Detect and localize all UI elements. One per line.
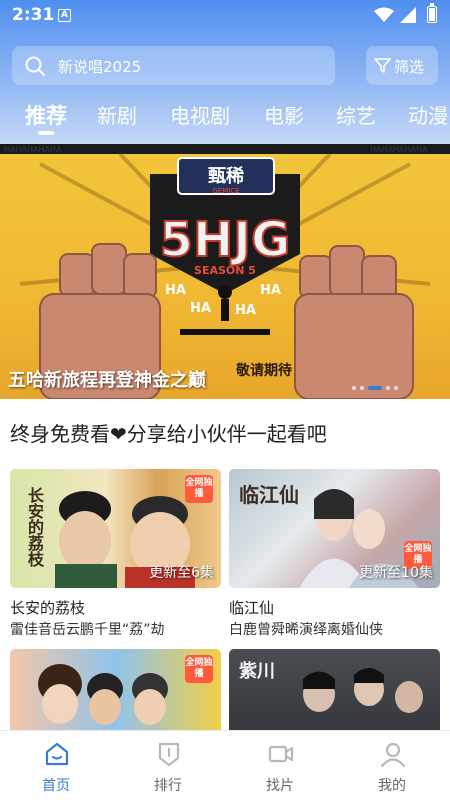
episode-status: 更新至10集: [359, 565, 433, 581]
thumbnail-title: 临江仙: [239, 483, 299, 507]
banner-subcaption: 敬请期待: [236, 363, 292, 379]
app-screen: 2:31 A 新说唱2025 筛选 推荐 新剧 电视剧 电影 综艺 动漫 HAH…: [0, 0, 450, 800]
search-icon: [25, 56, 45, 76]
show-thumbnail: 临江仙 全网独播 更新至10集: [229, 469, 440, 588]
exclusive-badge: 全网独播: [185, 475, 213, 503]
carousel-dot: [352, 386, 356, 390]
search-placeholder: 新说唱2025: [58, 58, 142, 76]
svg-text:HA: HA: [235, 303, 256, 318]
filter-label: 筛选: [394, 58, 425, 76]
nav-label: 排行: [154, 778, 182, 794]
nav-find-videos[interactable]: 找片: [224, 731, 336, 800]
nav-label: 首页: [42, 778, 70, 794]
exclusive-badge: 全网独播: [185, 655, 213, 683]
banner-caption: 五哈新旅程再登神金之巅: [8, 370, 206, 391]
filter-button[interactable]: 筛选: [366, 46, 438, 85]
carousel-dot: [386, 386, 390, 390]
tab-variety[interactable]: 综艺: [336, 100, 376, 129]
show-description: 雷佳音岳云鹏千里“荔”劫: [10, 622, 165, 638]
banner-watermark-right: HAHAHAHAHA: [370, 145, 428, 154]
show-thumbnail: 长安的荔枝 全网独播 更新至6集: [10, 469, 221, 588]
wifi-icon: [374, 7, 394, 22]
status-time: 2:31: [12, 5, 55, 25]
nav-home[interactable]: 首页: [0, 731, 112, 800]
banner-show-logo: 5HJG: [160, 212, 291, 268]
tab-new-drama[interactable]: 新剧: [97, 100, 137, 129]
banner-brand: 甄稀: [208, 165, 244, 187]
show-title: 临江仙: [229, 599, 275, 617]
episode-status: 更新至6集: [149, 565, 214, 581]
ranking-icon: [158, 742, 180, 767]
svg-text:HA: HA: [165, 283, 186, 298]
tab-anime[interactable]: 动漫: [408, 100, 448, 129]
carousel-dot: [394, 386, 398, 390]
thumbnail-title: 紫川: [239, 661, 275, 682]
category-tabs: 推荐 新剧 电视剧 电影 综艺 动漫: [0, 96, 450, 140]
carousel-dot-active: [368, 386, 382, 390]
status-bar: 2:31 A: [0, 0, 450, 30]
tab-movies[interactable]: 电影: [264, 100, 304, 129]
bottom-navigation: 首页 排行 找片 我的: [0, 730, 450, 800]
carousel-dot: [360, 386, 364, 390]
home-icon: [45, 742, 69, 766]
nav-label: 找片: [266, 778, 294, 794]
notification-icon: A: [58, 9, 71, 22]
hero-banner[interactable]: HAHAHAHAHA HAHAHAHAHA 甄稀 GEMICE 5HJG SEA…: [0, 144, 450, 399]
battery-icon: [427, 3, 437, 23]
show-description: 白鹿曾舜晞演绎离婚仙侠: [229, 622, 383, 638]
filter-icon: [374, 58, 391, 73]
banner-brand-en: GEMICE: [212, 187, 239, 195]
section-title: 终身免费看❤分享给小伙伴一起看吧: [10, 422, 327, 446]
nav-ranking[interactable]: 排行: [112, 731, 224, 800]
tab-recommended[interactable]: 推荐: [25, 100, 67, 130]
nav-label: 我的: [378, 778, 406, 794]
signal-icon: [400, 7, 416, 23]
banner-season: SEASON 5: [194, 264, 256, 277]
search-bar[interactable]: 新说唱2025: [12, 46, 335, 85]
svg-text:HA: HA: [260, 283, 281, 298]
banner-artwork: HAHAHAHAHA HAHAHAHAHA 甄稀 GEMICE 5HJG SEA…: [0, 144, 450, 399]
thumbnail-title: 长安的荔枝: [25, 487, 44, 567]
profile-icon: [380, 742, 406, 767]
video-camera-icon: [268, 745, 294, 763]
svg-text:HA: HA: [190, 301, 211, 316]
nav-profile[interactable]: 我的: [336, 731, 448, 800]
show-title: 长安的荔枝: [10, 599, 86, 617]
banner-watermark-left: HAHAHAHAHA: [4, 145, 62, 154]
tab-tv-series[interactable]: 电视剧: [170, 100, 230, 129]
active-tab-indicator: [38, 131, 54, 135]
